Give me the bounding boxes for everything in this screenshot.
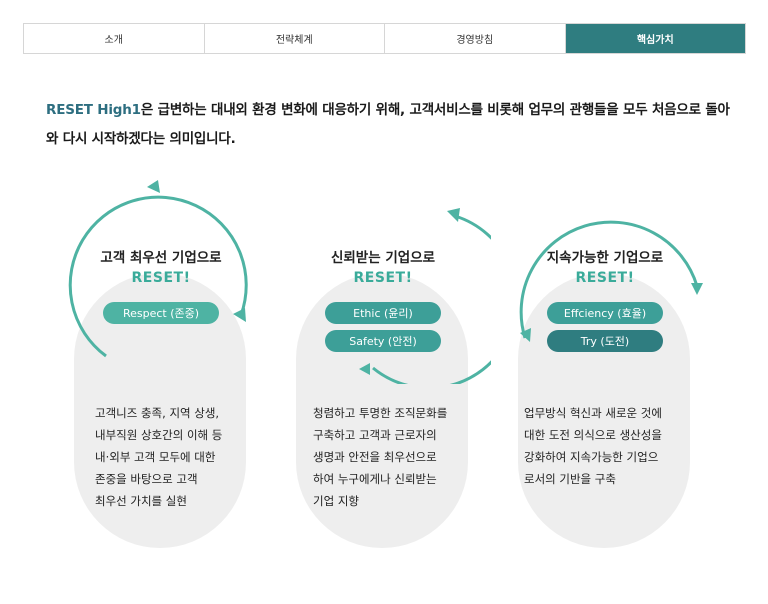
value-badge: Effciency (효율) [547,302,663,324]
card-subtitle: RESET! [353,270,413,286]
card-description: 청렴하고 투명한 조직문화를 구축하고 고객과 근로자의 생명과 안전을 최우선… [313,402,478,512]
desc-line: 고객니즈 충족, 지역 상생, [95,406,220,420]
value-badges: Effciency (효율) Try (도전) [497,302,713,352]
value-badge: Safety (안전) [325,330,441,352]
tab-policy[interactable]: 경영방침 [385,24,566,53]
card-subtitle: RESET! [131,270,191,286]
tab-core-values[interactable]: 핵심가치 [565,24,745,53]
card-heading: 고객 최우선 기업으로 RESET! [53,246,269,286]
brand-name: RESET High1 [46,102,141,118]
value-card-sustainable: 지속가능한 기업으로 RESET! Effciency (효율) Try (도전… [497,168,713,578]
desc-line: 최우선 가치를 실현 [95,494,187,508]
card-heading: 지속가능한 기업으로 RESET! [497,246,713,286]
desc-line: 청렴하고 투명한 조직문화를 [313,406,448,420]
desc-line: 대한 도전 의식으로 생산성을 [524,428,662,442]
desc-line: 구축하고 고객과 근로자의 [313,428,437,442]
value-badges: Ethic (윤리) Safety (안전) [275,302,491,352]
card-subtitle: RESET! [575,270,635,286]
desc-line: 강화하여 지속가능한 기업으 [524,450,659,464]
desc-line: 하여 누구에게나 신뢰받는 [313,472,437,486]
value-badge: Respect (존중) [103,302,219,324]
desc-line: 내·외부 고객 모두에 대한 [95,450,216,464]
value-badges: Respect (존중) [53,302,269,324]
tab-bar: 소개 전략체계 경영방침 핵심가치 [23,23,746,54]
card-title: 지속가능한 기업으로 [546,250,664,266]
card-title: 고객 최우선 기업으로 [100,250,222,266]
desc-line: 생명과 안전을 최우선으로 [313,450,437,464]
desc-line: 업무방식 혁신과 새로운 것에 [524,406,662,420]
value-card-respect: 고객 최우선 기업으로 RESET! Respect (존중) 고객니즈 충족,… [53,168,269,578]
card-description: 업무방식 혁신과 새로운 것에 대한 도전 의식으로 생산성을 강화하여 지속가… [524,402,704,490]
tab-intro[interactable]: 소개 [24,24,205,53]
card-description: 고객니즈 충족, 지역 상생, 내부직원 상호간의 이해 등 내·외부 고객 모… [95,402,260,512]
value-badge: Try (도전) [547,330,663,352]
value-badge: Ethic (윤리) [325,302,441,324]
desc-line: 로서의 기반을 구축 [524,472,616,486]
value-card-trust: 신뢰받는 기업으로 RESET! Ethic (윤리) Safety (안전) … [275,168,491,578]
desc-line: 존중을 바탕으로 고객 [95,472,198,486]
desc-line: 기업 지향 [313,494,359,508]
desc-line: 내부직원 상호간의 이해 등 [95,428,223,442]
intro-text: RESET High1은 급변하는 대내외 환경 변화에 대응하기 위해, 고객… [46,96,736,154]
tab-strategy[interactable]: 전략체계 [205,24,385,53]
card-title: 신뢰받는 기업으로 [330,250,436,266]
intro-body: 은 급변하는 대내외 환경 변화에 대응하기 위해, 고객서비스를 비롯해 업무… [46,102,730,147]
card-heading: 신뢰받는 기업으로 RESET! [275,246,491,286]
